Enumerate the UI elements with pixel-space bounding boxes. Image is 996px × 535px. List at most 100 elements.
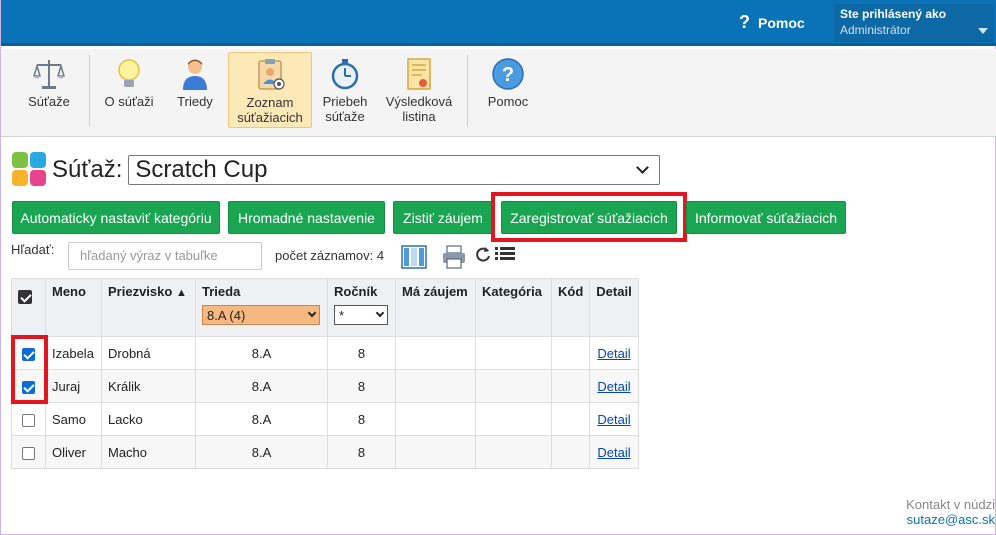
toolbar-label: Pomoc — [487, 94, 529, 109]
header-priezvisko[interactable]: Priezvisko ▲ — [101, 278, 196, 337]
cell-kategoria — [475, 336, 552, 370]
user-dropdown[interactable]: Ste prihlásený ako Administrátor — [834, 4, 994, 42]
toolbar-separator — [89, 55, 90, 127]
help-icon: ? — [492, 58, 524, 90]
cell-zaujem — [395, 336, 476, 370]
inform-contestants-button[interactable]: Informovať súťažiacich — [686, 201, 846, 234]
header-label: Meno — [52, 284, 86, 299]
rocnik-filter-select[interactable]: * — [334, 305, 388, 325]
header-trieda[interactable]: Trieda 8.A (4) — [195, 278, 328, 337]
check-interest-button[interactable]: Zistiť záujem — [393, 201, 493, 234]
cell-detail: Detail — [589, 369, 639, 403]
toolbar-item-sutaze[interactable]: Súťaže — [21, 52, 77, 128]
refresh-icon[interactable] — [475, 245, 491, 263]
user-value: Administrátor — [840, 23, 911, 37]
header-zaujem[interactable]: Má záujem — [395, 278, 476, 337]
caret-down-icon — [978, 28, 988, 34]
clipboard-icon — [258, 59, 285, 90]
register-contestants-button[interactable]: Zaregistrovať súťažiacich — [501, 201, 677, 234]
cell-meno: Oliver — [45, 435, 102, 469]
rocnik-filter-value: * — [339, 307, 345, 323]
cell-priezvisko: Lacko — [101, 402, 196, 436]
row-select-cell — [11, 435, 46, 469]
toolbar-item-triedy[interactable]: Triedy — [169, 52, 221, 128]
bulk-settings-button[interactable]: Hromadné nastavenie — [228, 201, 385, 234]
cell-rocnik: 8 — [327, 402, 396, 436]
header-rocnik[interactable]: Ročník * — [327, 278, 396, 337]
contest-selected-value: Scratch Cup — [135, 156, 268, 183]
detail-link[interactable]: Detail — [597, 445, 630, 460]
toolbar-item-zoznam-sutaziacich[interactable]: Zoznam súťažiacich — [228, 52, 312, 128]
trieda-filter-select[interactable]: 8.A (4) — [202, 305, 320, 325]
header-meno[interactable]: Meno — [45, 278, 102, 337]
sort-asc-icon: ▲ — [175, 287, 187, 299]
header-kod[interactable]: Kód — [550, 278, 591, 337]
chevron-down-icon — [307, 308, 317, 318]
cell-rocnik: 8 — [327, 369, 396, 403]
auto-category-button[interactable]: Automaticky nastaviť kategóriu — [12, 201, 220, 234]
header-kategoria[interactable]: Kategória — [475, 278, 552, 337]
columns-icon[interactable] — [401, 245, 427, 269]
cell-priezvisko: Králik — [101, 369, 196, 403]
main-toolbar: Súťaže O súťaži Triedy Zoznam súťažiacic… — [1, 49, 996, 137]
cell-kod — [550, 336, 591, 370]
list-icon[interactable] — [495, 246, 515, 262]
select-all-checkbox[interactable] — [18, 290, 32, 304]
cell-zaujem — [395, 369, 476, 403]
scales-icon — [32, 60, 66, 89]
table-row: Oliver Macho 8.A 8 Detail — [11, 435, 639, 469]
contest-label: Súťaž: — [52, 156, 123, 183]
cell-trieda: 8.A — [195, 336, 328, 370]
contest-select[interactable]: Scratch Cup — [128, 155, 661, 185]
detail-link[interactable]: Detail — [597, 379, 630, 394]
contest-row: Súťaž: Scratch Cup — [12, 152, 661, 188]
toolbar-item-pomoc[interactable]: ? Pomoc — [481, 52, 535, 128]
cell-rocnik: 8 — [327, 336, 396, 370]
table-row: Izabela Drobná 8.A 8 Detail — [11, 336, 639, 370]
top-bar: ? Pomoc Ste prihlásený ako Administrátor — [1, 0, 996, 46]
header-label: Trieda — [202, 284, 241, 299]
stopwatch-icon — [331, 59, 359, 90]
certificate-icon — [407, 58, 431, 90]
cell-trieda: 8.A — [195, 435, 328, 469]
cell-meno: Juraj — [45, 369, 102, 403]
trieda-filter-value: 8.A (4) — [207, 307, 246, 323]
top-help-link[interactable]: ? Pomoc — [739, 12, 805, 33]
header-label: Ročník — [334, 284, 378, 299]
header-detail: Detail — [589, 278, 639, 337]
row-select-cell — [11, 402, 46, 436]
search-label: Hľadať: — [11, 242, 55, 257]
toolbar-label: Zoznam súťažiacich — [237, 95, 303, 125]
cell-meno: Samo — [45, 402, 102, 436]
header-label: Kategória — [482, 284, 542, 299]
cell-rocnik: 8 — [327, 435, 396, 469]
contestants-table: Meno Priezvisko ▲ Trieda 8.A (4) Ročník … — [11, 278, 639, 469]
detail-link[interactable]: Detail — [597, 412, 630, 427]
toolbar-item-priebeh-sutaze[interactable]: Priebeh súťaže — [317, 52, 373, 128]
print-icon[interactable] — [441, 245, 467, 269]
top-help-label: Pomoc — [758, 14, 805, 31]
contact-email-link[interactable]: sutaze@asc.sk — [906, 512, 995, 527]
row-checkbox[interactable] — [22, 413, 35, 427]
cell-kategoria — [475, 369, 552, 403]
person-icon — [183, 59, 207, 90]
chevron-down-icon — [375, 308, 385, 318]
header-label: Detail — [596, 284, 632, 299]
svg-text:?: ? — [502, 64, 514, 86]
cell-zaujem — [395, 402, 476, 436]
cell-kod — [550, 369, 591, 403]
toolbar-item-vysledkova-listina[interactable]: Výsledková listina — [381, 52, 457, 128]
cell-zaujem — [395, 435, 476, 469]
cell-detail: Detail — [589, 402, 639, 436]
row-checkbox[interactable] — [22, 446, 35, 460]
cell-priezvisko: Drobná — [101, 336, 196, 370]
detail-link[interactable]: Detail — [597, 346, 630, 361]
table-row: Samo Lacko 8.A 8 Detail — [11, 402, 639, 436]
contest-logo-icon — [12, 152, 48, 188]
search-input[interactable]: hľadaný výraz v tabuľke — [68, 242, 262, 270]
toolbar-label: Výsledková listina — [385, 94, 453, 124]
cell-priezvisko: Macho — [101, 435, 196, 469]
cell-trieda: 8.A — [195, 369, 328, 403]
toolbar-item-o-sutazi[interactable]: O súťaži — [99, 52, 159, 128]
highlight-frame — [11, 335, 48, 404]
